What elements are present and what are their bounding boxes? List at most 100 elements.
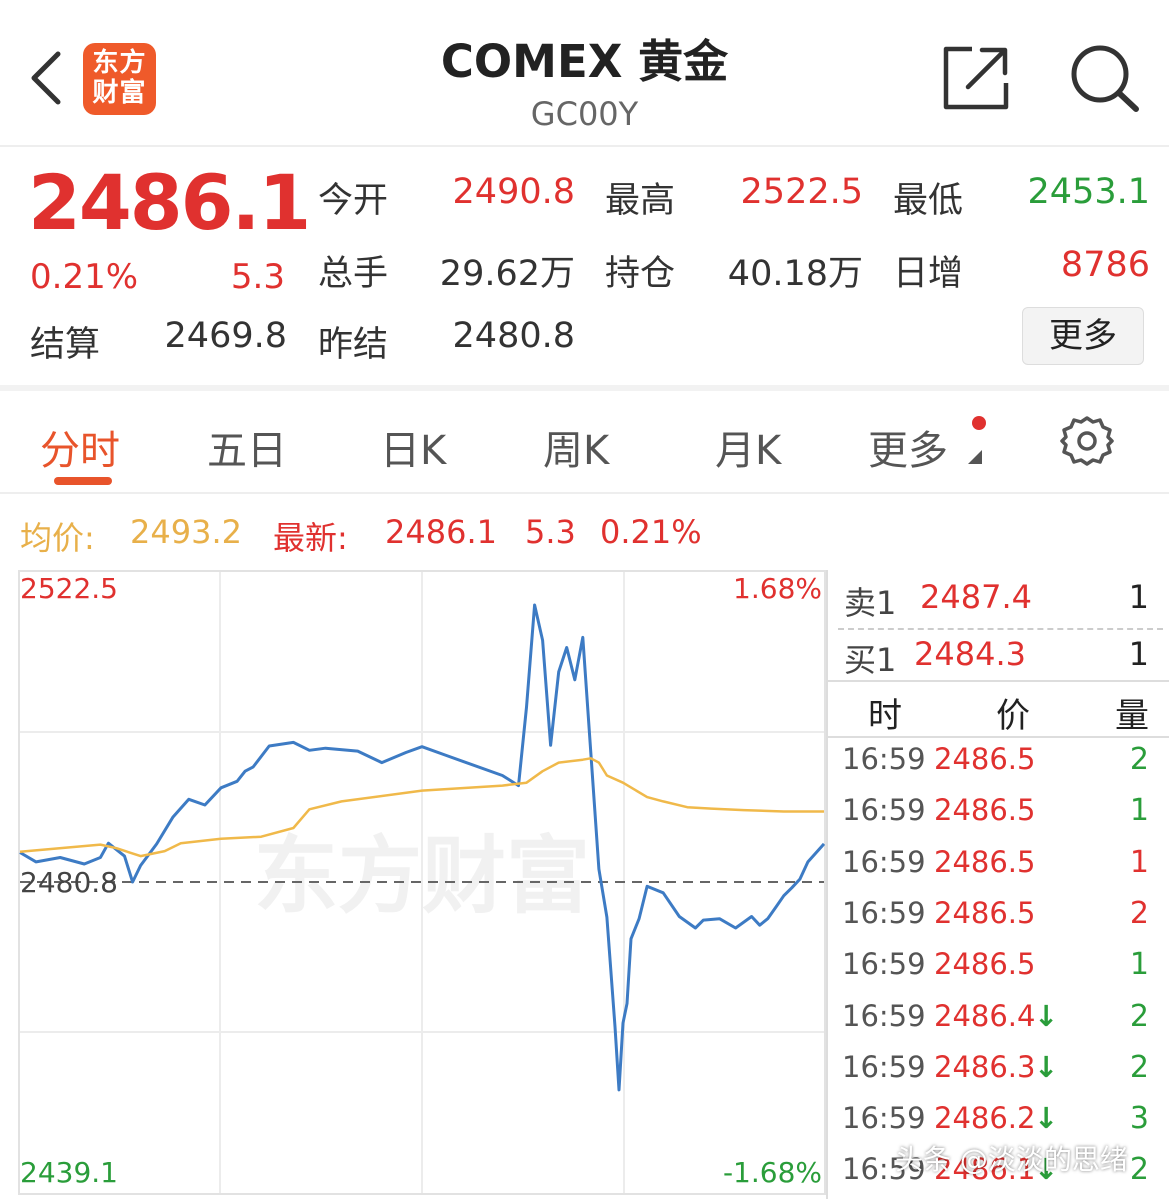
divider <box>838 628 1163 630</box>
tick-price: 2486.3 <box>934 1049 1036 1084</box>
page-title: COMEX 黄金 <box>440 35 729 88</box>
tick-price: 2486.5 <box>934 947 1036 982</box>
order-book-panel: 卖1 2487.4 1 买1 2484.3 1 时 价 量 16:59 2486.… <box>826 570 1169 1199</box>
bid-label: 买1 <box>844 641 897 679</box>
top-bar: 东方 财富 COMEX 黄金 GC00Y <box>0 0 1169 147</box>
tab-monthly-k[interactable]: 月K <box>715 418 781 476</box>
tick-time: 16:59 <box>842 998 926 1033</box>
tick-qty: 2 <box>1129 1152 1149 1188</box>
last-price: 2486.1 <box>28 158 311 247</box>
open-label: 今开 <box>318 181 389 221</box>
change-value: 5.3 <box>230 257 285 297</box>
tick-price: 2486.5 <box>934 793 1036 828</box>
change-percent: 0.21% <box>30 257 139 297</box>
chart-watermark: 东方财富 <box>254 827 590 925</box>
ask-qty: 1 <box>1128 578 1149 616</box>
settle-value: 2469.8 <box>164 316 287 356</box>
y-min-label: 2439.1 <box>20 1156 118 1189</box>
dropdown-triangle-icon <box>968 450 982 464</box>
volume-label: 总手 <box>318 254 389 294</box>
volume-value: 29.62万 <box>439 254 575 294</box>
col-price-header: 价 <box>996 696 1030 736</box>
latest-price-value: 2486.1 <box>385 513 497 551</box>
tick-price: 2486.2 <box>934 1101 1036 1136</box>
tab-intraday[interactable]: 分时 <box>40 418 120 476</box>
tick-time: 16:59 <box>842 947 926 982</box>
pct-max-label: 1.68% <box>733 572 822 605</box>
tick-time: 16:59 <box>842 844 926 879</box>
tab-more[interactable]: 更多 <box>868 418 948 476</box>
notification-dot <box>972 416 986 430</box>
tick-qty: 1 <box>1129 793 1149 829</box>
divider <box>828 680 1169 682</box>
tick-row: 16:59 2486.3 ↓ 2 <box>828 1050 1169 1101</box>
tick-qty: 2 <box>1129 1049 1149 1085</box>
settle-label: 结算 <box>30 325 101 365</box>
open-interest-value: 40.18万 <box>727 254 863 294</box>
ask-label: 卖1 <box>844 584 897 622</box>
tick-qty: 3 <box>1129 1101 1149 1137</box>
latest-change-value: 5.3 <box>525 513 576 551</box>
latest-change-percent: 0.21% <box>600 513 702 551</box>
tick-row: 16:59 2486.4 ↓ 2 <box>828 999 1169 1050</box>
tick-row: 16:59 2486.5 1 <box>828 793 1169 844</box>
y-max-label: 2522.5 <box>20 572 118 605</box>
tick-time: 16:59 <box>842 895 926 930</box>
tick-direction-icon: ↓ <box>1034 1101 1059 1136</box>
avg-price-label: 均价: <box>20 519 95 557</box>
intraday-chart[interactable]: 东方财富 2522.5 1.68% 2480.8 2439.1 -1.68% <box>18 570 826 1195</box>
tick-time: 16:59 <box>842 742 926 776</box>
divider <box>828 736 1169 738</box>
daily-increase-label: 日增 <box>893 254 964 294</box>
source-watermark: 头条 @淡淡的思绪 <box>895 1143 1128 1176</box>
col-qty-header: 量 <box>1115 696 1149 736</box>
tick-row: 16:59 2486.5 1 <box>828 947 1169 998</box>
instrument-code: GC00Y <box>530 95 639 133</box>
ask-row: 卖1 2487.4 1 <box>828 578 1169 632</box>
prev-settle-label: 昨结 <box>318 325 389 365</box>
prev-settle-value: 2480.8 <box>452 316 575 356</box>
bid-qty: 1 <box>1128 635 1149 673</box>
tab-weekly-k[interactable]: 周K <box>543 418 609 476</box>
tick-qty: 1 <box>1129 844 1149 880</box>
settings-gear-icon[interactable] <box>1060 414 1114 468</box>
tick-qty: 2 <box>1129 998 1149 1034</box>
tick-row: 16:59 2486.5 2 <box>828 896 1169 947</box>
tick-row: 16:59 2486.5 2 <box>828 742 1169 793</box>
tick-time: 16:59 <box>842 1101 926 1136</box>
search-icon[interactable] <box>1068 43 1140 113</box>
divider <box>0 385 1169 391</box>
y-ref-label: 2480.8 <box>20 866 118 899</box>
latest-price-label: 最新: <box>273 519 348 557</box>
open-interest-label: 持仓 <box>605 254 676 294</box>
tick-qty: 2 <box>1129 895 1149 931</box>
ticks-header: 时 价 量 <box>828 688 1169 742</box>
pct-min-label: -1.68% <box>723 1156 822 1189</box>
tick-price: 2486.4 <box>934 998 1036 1033</box>
low-label: 最低 <box>893 181 964 221</box>
tick-price: 2486.5 <box>934 742 1036 776</box>
tick-price: 2486.5 <box>934 895 1036 930</box>
low-value: 2453.1 <box>1027 172 1150 212</box>
avg-price-value: 2493.2 <box>130 513 242 551</box>
tick-time: 16:59 <box>842 1049 926 1084</box>
tick-qty: 1 <box>1129 947 1149 983</box>
tick-direction-icon: ↓ <box>1034 998 1059 1033</box>
high-value: 2522.5 <box>740 172 863 212</box>
divider <box>0 492 1169 494</box>
active-tab-indicator <box>54 477 112 485</box>
tick-qty: 2 <box>1129 742 1149 777</box>
daily-increase-value: 8786 <box>1060 245 1150 285</box>
ask-price: 2487.4 <box>920 578 1032 616</box>
tick-direction-icon: ↓ <box>1034 1049 1059 1084</box>
tab-daily-k[interactable]: 日K <box>380 418 446 476</box>
app-logo: 东方 财富 <box>83 43 156 115</box>
high-label: 最高 <box>605 181 676 221</box>
col-time-header: 时 <box>868 696 902 736</box>
share-icon[interactable] <box>942 45 1010 111</box>
more-quote-button[interactable]: 更多 <box>1022 307 1144 365</box>
open-value: 2490.8 <box>452 172 575 212</box>
back-arrow-icon[interactable] <box>26 48 66 108</box>
tick-row: 16:59 2486.5 1 <box>828 845 1169 896</box>
tab-five-day[interactable]: 五日 <box>207 418 287 476</box>
